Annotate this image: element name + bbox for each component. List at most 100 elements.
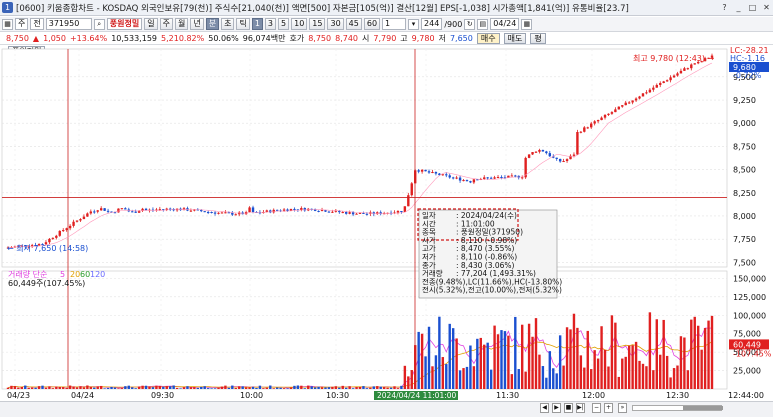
flat-button[interactable]: 평 xyxy=(530,32,546,44)
market-select[interactable]: 주 xyxy=(15,18,29,30)
volume-bar xyxy=(510,374,514,389)
volume-bar xyxy=(600,326,603,389)
volume-bar xyxy=(213,388,217,389)
minimize-icon[interactable]: _ xyxy=(732,1,745,14)
chart-area[interactable]: 9,5009,2509,0008,7508,5008,2508,0007,750… xyxy=(0,45,773,401)
candle-body xyxy=(586,127,589,129)
stock-name-field[interactable]: 풍원정밀 xyxy=(106,18,143,30)
candle-body xyxy=(103,208,106,211)
candle-body xyxy=(55,235,58,238)
period-week[interactable]: 주 xyxy=(159,18,173,30)
interval-5[interactable]: 5 xyxy=(278,18,290,30)
period-second[interactable]: 초 xyxy=(221,18,235,30)
scroll-right-icon[interactable]: » xyxy=(618,403,627,413)
sell-button[interactable]: 매도 xyxy=(503,32,527,44)
candle-body xyxy=(531,152,534,155)
help-icon[interactable]: ? xyxy=(718,1,731,14)
nav-next-icon[interactable]: ▶ xyxy=(552,403,561,413)
volume-legend-title: 거래량 단순 xyxy=(8,269,47,279)
date-input[interactable]: 04/24 xyxy=(490,18,520,30)
candle-body xyxy=(410,183,413,196)
interval-3[interactable]: 3 xyxy=(264,18,277,30)
volume-bar xyxy=(451,328,455,389)
period-tick[interactable]: 틱 xyxy=(236,18,250,30)
refresh-icon[interactable]: ↻ xyxy=(464,18,476,30)
candle-body xyxy=(341,212,344,214)
nav-end-icon[interactable]: ▶| xyxy=(576,403,585,413)
volume-bar xyxy=(686,370,690,389)
stock-code-input[interactable]: 371950 xyxy=(45,18,92,30)
scrollbar-thumb[interactable] xyxy=(683,406,723,410)
interval-60[interactable]: 60 xyxy=(363,18,381,30)
time-tick-label: 04/23 xyxy=(7,391,30,400)
volume-bar xyxy=(179,388,182,389)
low-label: ← 최저 7,650 (14:58) xyxy=(7,243,88,253)
calendar-icon[interactable]: ▤ xyxy=(477,18,489,30)
candle-body xyxy=(403,206,407,213)
volume-bar xyxy=(269,385,272,389)
low-price: 7,650 xyxy=(449,33,473,43)
volume-bar xyxy=(393,386,396,389)
volume-bar xyxy=(448,323,451,389)
maximize-icon[interactable]: □ xyxy=(746,1,759,14)
period-minute[interactable]: 분 xyxy=(205,18,220,30)
search-icon[interactable]: ⌕ xyxy=(93,18,105,30)
chevron-down-icon[interactable]: ▾ xyxy=(408,18,420,30)
volume-bar xyxy=(655,319,658,389)
volume-bar xyxy=(372,386,376,389)
quote-bar: 8,750 ▲ 1,050 +13.64% 10,533,159 5,210.8… xyxy=(0,32,773,45)
candle-body xyxy=(659,83,662,85)
candle-body xyxy=(358,212,362,214)
period-day[interactable]: 일 xyxy=(144,18,158,30)
nav-stop-icon[interactable]: ■ xyxy=(564,403,573,413)
volume-bar xyxy=(93,387,96,389)
interval-10[interactable]: 10 xyxy=(291,18,308,30)
candle-body xyxy=(68,225,72,229)
volume-bar xyxy=(672,368,676,389)
volume-bar xyxy=(386,387,389,389)
interval-45[interactable]: 45 xyxy=(345,18,362,30)
volume-bar xyxy=(99,385,103,389)
zoom-in-icon[interactable]: + xyxy=(604,403,613,413)
price-tick-label: 8,000 xyxy=(733,212,756,221)
candle-body xyxy=(396,211,400,213)
volume-bar xyxy=(420,333,424,389)
candle-body xyxy=(324,210,327,212)
volume-bar xyxy=(162,386,165,389)
volume-bar xyxy=(558,335,562,389)
volume-bar xyxy=(593,350,596,389)
close-icon[interactable]: ✕ xyxy=(760,1,773,14)
volume-bar xyxy=(514,316,517,389)
count-input[interactable]: 244 xyxy=(421,18,443,30)
volume-bar xyxy=(389,387,393,389)
candle-body xyxy=(65,228,68,231)
candle-body xyxy=(407,195,410,207)
volume-bar xyxy=(638,360,641,389)
period-month[interactable]: 월 xyxy=(174,18,189,30)
volume-bar xyxy=(489,369,493,389)
volume-bar xyxy=(586,330,589,389)
candle-body xyxy=(62,230,65,232)
volume-bar xyxy=(220,386,224,389)
interval-1[interactable]: 1 xyxy=(251,18,263,30)
volume-bar xyxy=(203,386,206,389)
interval-select[interactable]: 1 xyxy=(382,18,407,30)
zoom-out-icon[interactable]: − xyxy=(592,403,601,413)
scope-select[interactable]: 전 xyxy=(30,18,44,30)
nav-prev-icon[interactable]: ◀ xyxy=(540,403,549,413)
candle-body xyxy=(510,175,514,177)
period-year[interactable]: 년 xyxy=(190,18,204,30)
volume-bar xyxy=(124,386,127,389)
volume-bar xyxy=(710,315,714,389)
volume-bar xyxy=(313,387,317,389)
candle-body xyxy=(610,112,614,114)
date-picker-icon[interactable]: ▦ xyxy=(521,18,533,30)
candle-body xyxy=(693,63,696,65)
interval-30[interactable]: 30 xyxy=(327,18,344,30)
interval-15[interactable]: 15 xyxy=(309,18,326,30)
volume-bar xyxy=(227,387,231,389)
buy-button[interactable]: 매수 xyxy=(476,32,500,44)
chart-menu-icon[interactable]: ▦ xyxy=(2,18,13,30)
volume-bar xyxy=(89,387,93,389)
horizontal-scrollbar[interactable] xyxy=(632,405,723,411)
